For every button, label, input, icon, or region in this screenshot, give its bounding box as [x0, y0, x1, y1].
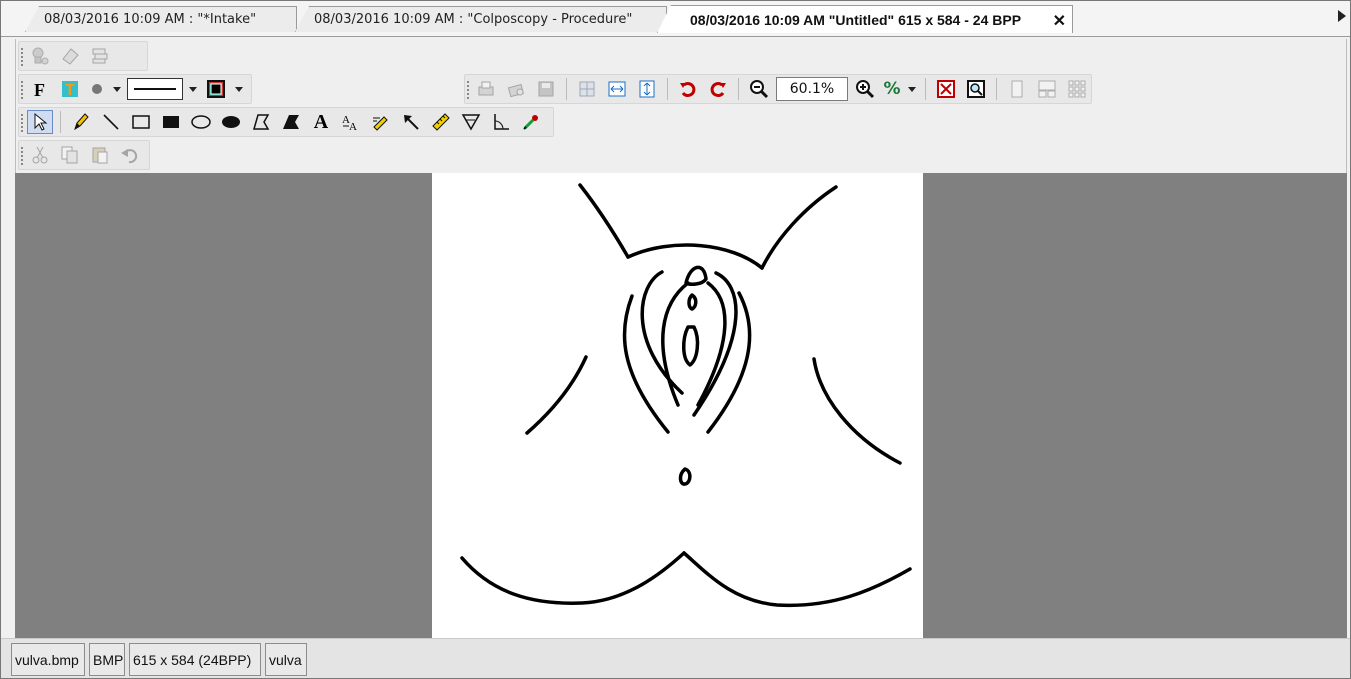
close-tab-icon[interactable]: ✕: [1053, 11, 1066, 31]
zoom-level-field[interactable]: 60.1%: [776, 77, 848, 101]
line-icon[interactable]: [98, 110, 124, 134]
highlight-icon[interactable]: [368, 110, 394, 134]
text-color-icon[interactable]: T: [57, 77, 83, 101]
brush-size-dropdown-icon[interactable]: [113, 86, 121, 92]
image-editor-window: 08/03/2016 10:09 AM : "*Intake" 08/03/20…: [0, 0, 1351, 679]
ellipse-icon[interactable]: [188, 110, 214, 134]
rectangle-icon[interactable]: [128, 110, 154, 134]
toolbar-format: F T: [18, 74, 252, 104]
text-icon[interactable]: A: [308, 110, 334, 134]
tab-scroll-right-icon[interactable]: [1338, 10, 1346, 22]
toolbar-edit: [18, 140, 150, 170]
tab-untitled-label: 08/03/2016 10:09 AM "Untitled" 615 x 584…: [690, 11, 1022, 28]
angle-icon[interactable]: [458, 110, 484, 134]
fit-width-icon[interactable]: [604, 77, 630, 101]
document-tab-bar: 08/03/2016 10:09 AM : "*Intake" 08/03/20…: [1, 1, 1350, 37]
copy-icon[interactable]: [57, 143, 83, 167]
toolbar-separator: [566, 78, 567, 100]
status-image-name: vulva: [265, 643, 307, 676]
color-dropdown-icon[interactable]: [235, 86, 243, 92]
drawing-image[interactable]: [432, 173, 923, 638]
status-dimensions: 615 x 584 (24BPP): [129, 643, 261, 676]
zoom-dropdown-icon[interactable]: [908, 86, 916, 92]
undo-icon[interactable]: [117, 143, 143, 167]
toolbar-area: F T 60.1% % A A A: [15, 39, 1347, 173]
grid-view-icon[interactable]: [1064, 77, 1090, 101]
color-picker-icon[interactable]: [203, 77, 229, 101]
rotate-left-icon[interactable]: [675, 77, 701, 101]
tab-intake[interactable]: 08/03/2016 10:09 AM : "*Intake": [25, 6, 297, 32]
protractor-icon[interactable]: [488, 110, 514, 134]
percent-icon[interactable]: %: [882, 77, 902, 101]
ruler-icon[interactable]: [428, 110, 454, 134]
canvas-area[interactable]: [15, 173, 1347, 638]
bold-font-icon[interactable]: F: [27, 77, 53, 101]
text-resize-icon[interactable]: AA: [338, 110, 364, 134]
fit-window-icon[interactable]: [933, 77, 959, 101]
toolbar-separator: [738, 78, 739, 100]
tab-intake-label: 08/03/2016 10:09 AM : "*Intake": [44, 12, 257, 27]
toolbar-view: 60.1% %: [464, 74, 1092, 104]
status-bar: vulva.bmp BMP 615 x 584 (24BPP) vulva: [1, 638, 1350, 678]
print-icon[interactable]: [473, 77, 499, 101]
color-pick-icon[interactable]: [518, 110, 544, 134]
single-view-icon[interactable]: [1004, 77, 1030, 101]
cut-icon[interactable]: [27, 143, 53, 167]
line-style-dropdown-icon[interactable]: [189, 86, 197, 92]
vulva-diagram: [460, 183, 912, 608]
save-icon[interactable]: [533, 77, 559, 101]
fit-height-icon[interactable]: [634, 77, 660, 101]
polygon-icon[interactable]: [248, 110, 274, 134]
tab-colposcopy-label: 08/03/2016 10:09 AM : "Colposcopy - Proc…: [314, 12, 633, 27]
toolbar-separator: [60, 111, 61, 133]
print-preview-icon[interactable]: [503, 77, 529, 101]
line-style-icon[interactable]: [127, 78, 183, 100]
toolbar-separator: [925, 78, 926, 100]
brush-size-icon[interactable]: [87, 77, 107, 101]
toolbar-separator: [667, 78, 668, 100]
dual-view-icon[interactable]: [1034, 77, 1060, 101]
zoom-in-icon[interactable]: [852, 77, 878, 101]
filled-polygon-icon[interactable]: [278, 110, 304, 134]
zoom-out-icon[interactable]: [746, 77, 772, 101]
arrow-icon[interactable]: [398, 110, 424, 134]
svg-text:A: A: [349, 121, 357, 133]
select-icon[interactable]: [27, 110, 53, 134]
status-format: BMP: [89, 643, 125, 676]
tab-untitled-image[interactable]: 08/03/2016 10:09 AM "Untitled" 615 x 584…: [657, 5, 1073, 33]
paste-icon[interactable]: [87, 143, 113, 167]
eraser-icon[interactable]: [57, 44, 83, 68]
actual-size-icon[interactable]: [963, 77, 989, 101]
status-filename: vulva.bmp: [11, 643, 85, 676]
fit-grid-icon[interactable]: [574, 77, 600, 101]
filled-ellipse-icon[interactable]: [218, 110, 244, 134]
toolbar-annotations: [18, 41, 148, 71]
tab-colposcopy-procedure[interactable]: 08/03/2016 10:09 AM : "Colposcopy - Proc…: [295, 6, 667, 32]
pencil-icon[interactable]: [68, 110, 94, 134]
rotate-right-icon[interactable]: [705, 77, 731, 101]
svg-text:T: T: [65, 82, 75, 99]
toolbar-separator: [996, 78, 997, 100]
layers-icon[interactable]: [87, 44, 113, 68]
stamp-icon[interactable]: [27, 44, 53, 68]
toolbar-drawing: A AA: [18, 107, 554, 137]
filled-rectangle-icon[interactable]: [158, 110, 184, 134]
svg-text:F: F: [34, 80, 45, 100]
